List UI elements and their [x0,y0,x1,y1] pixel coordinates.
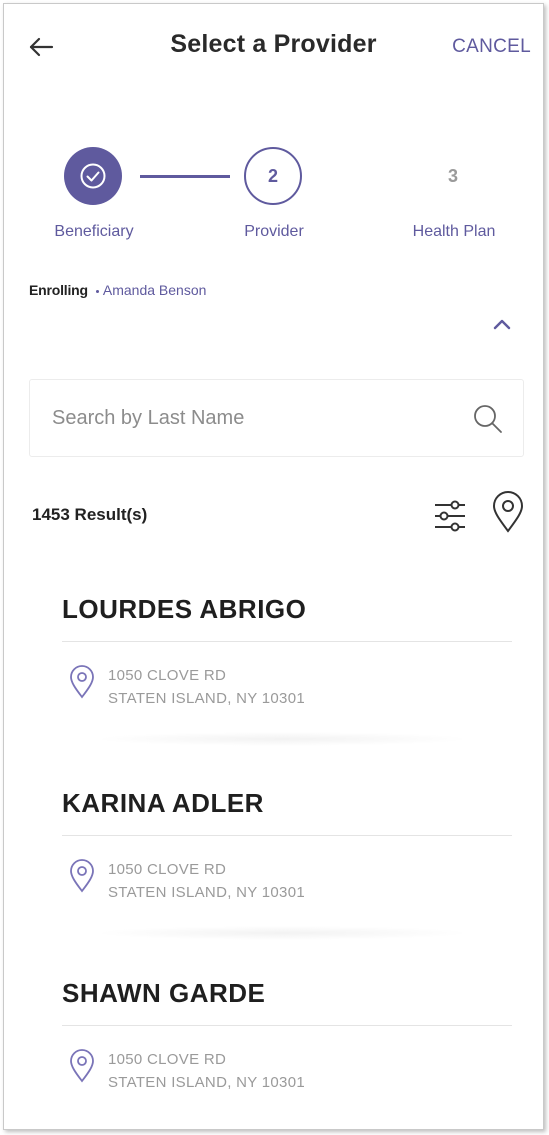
enrolling-label: Enrolling [29,282,88,298]
step-1-label: Beneficiary [54,223,134,240]
check-circle-icon [80,163,106,189]
address-line-1: 1050 CLOVE RD [108,667,227,684]
address-line-2: STATEN ISLAND, NY 10301 [108,884,305,901]
step-connector [140,175,230,178]
app-screen: Select a Provider CANCEL 2 3 Beneficiary… [3,3,544,1130]
map-pin-icon[interactable] [490,490,526,534]
step-2-current[interactable]: 2 [244,147,302,205]
header: Select a Provider CANCEL [4,4,543,88]
address-line-1: 1050 CLOVE RD [108,1051,227,1068]
address-lines: 1050 CLOVE RD STATEN ISLAND, NY 10301 [108,664,305,710]
step-3-label: Health Plan [412,223,496,240]
divider [62,835,512,836]
results-count: 1453 Result(s) [32,505,148,524]
card-shadow [92,732,472,746]
cancel-button[interactable]: CANCEL [452,36,531,58]
enrolling-member: Amanda Benson [95,282,207,298]
location-pin-icon [68,858,96,894]
address-lines: 1050 CLOVE RD STATEN ISLAND, NY 10301 [108,1048,305,1094]
provider-name: KARINA ADLER [62,788,264,818]
enrolling-name: Amanda Benson [102,282,207,298]
divider [62,641,512,642]
progress-stepper: 2 3 Beneficiary Provider Health Plan [4,144,543,254]
step-3-upcoming: 3 [447,165,458,186]
enrolling-info: Enrolling Amanda Benson [29,282,206,298]
filter-sliders-icon[interactable] [432,496,468,536]
provider-card[interactable]: SHAWN GARDE 1050 CLOVE RD STATEN ISLAND,… [62,978,512,1098]
results-toolbar: 1453 Result(s) [32,491,527,542]
address-lines: 1050 CLOVE RD STATEN ISLAND, NY 10301 [108,858,305,904]
location-pin-icon [68,664,96,700]
provider-card[interactable]: KARINA ADLER 1050 CLOVE RD STATEN ISLAND… [62,788,512,940]
address-line-2: STATEN ISLAND, NY 10301 [108,690,305,707]
provider-address: 1050 CLOVE RD STATEN ISLAND, NY 10301 [62,858,512,908]
search-box [29,379,524,457]
search-icon[interactable] [471,402,505,436]
search-input[interactable] [52,402,452,434]
address-line-1: 1050 CLOVE RD [108,861,227,878]
address-line-2: STATEN ISLAND, NY 10301 [108,1074,305,1091]
provider-address: 1050 CLOVE RD STATEN ISLAND, NY 10301 [62,664,512,714]
divider [62,1025,512,1026]
step-1-complete[interactable] [64,147,122,205]
location-pin-icon [68,1048,96,1084]
step-2-label: Provider [244,223,304,240]
card-shadow [92,926,472,940]
provider-name: LOURDES ABRIGO [62,594,307,624]
bullet-icon [95,289,99,293]
provider-address: 1050 CLOVE RD STATEN ISLAND, NY 10301 [62,1048,512,1098]
provider-card[interactable]: LOURDES ABRIGO 1050 CLOVE RD STATEN ISLA… [62,594,512,746]
provider-name: SHAWN GARDE [62,978,266,1008]
chevron-up-icon[interactable] [489,312,515,338]
